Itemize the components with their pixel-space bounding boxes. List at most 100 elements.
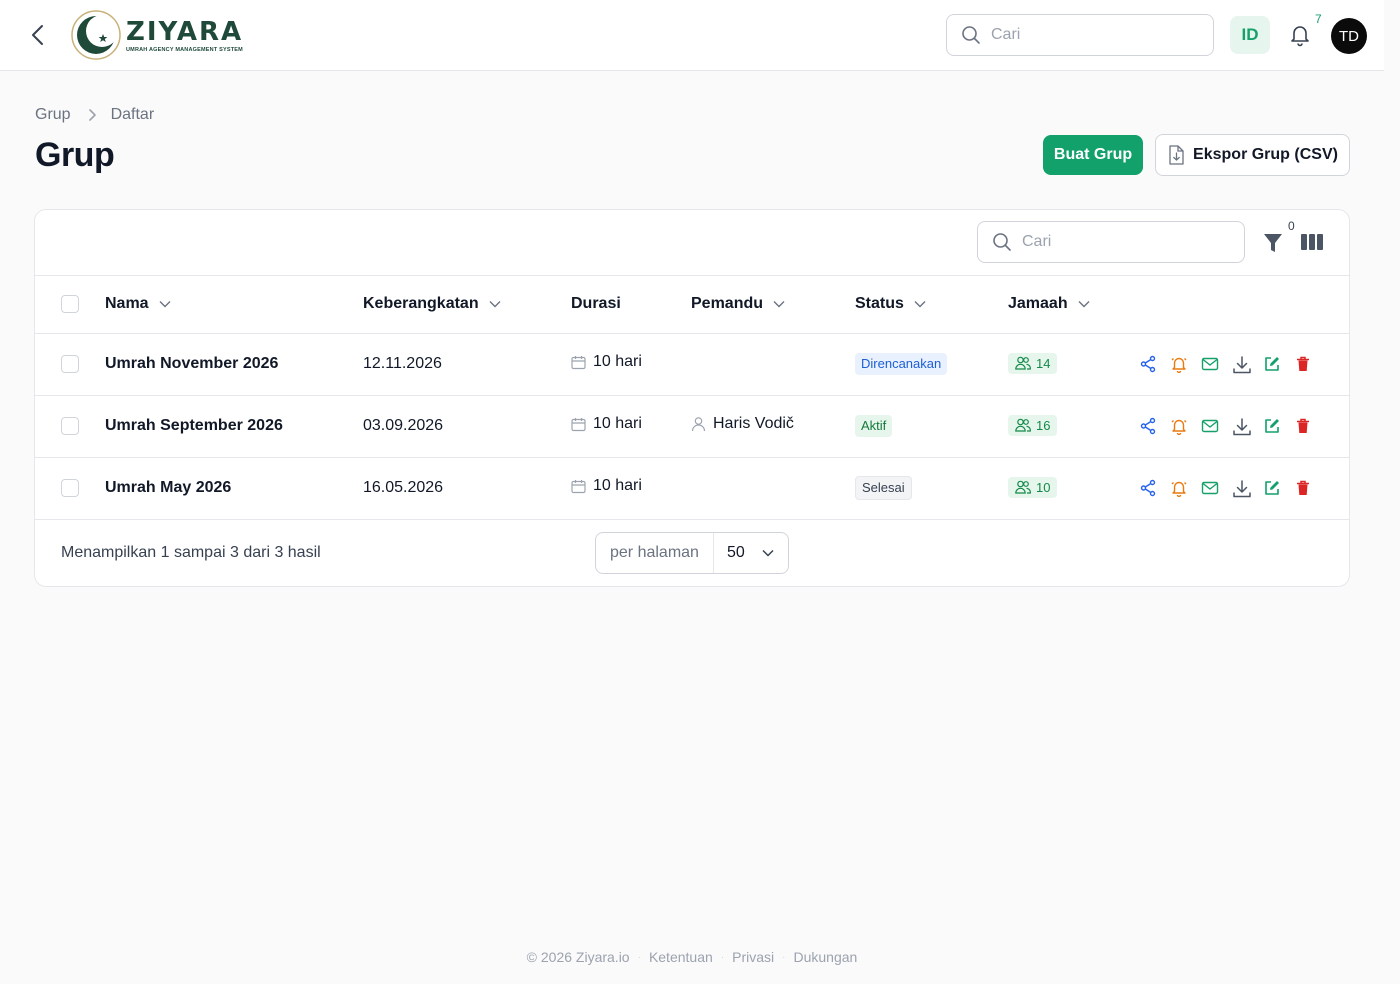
group-name[interactable]: Umrah September 2026 (105, 417, 283, 434)
status-badge: Selesai (855, 476, 912, 500)
column-header-departure[interactable]: Keberangkatan (363, 295, 501, 313)
column-label: Pemandu (691, 295, 764, 313)
separator-dot: · (782, 951, 786, 963)
separator-dot: · (720, 951, 725, 963)
columns-toggle-button[interactable] (1301, 234, 1323, 250)
chevron-left-icon (32, 25, 43, 45)
bell-action-button[interactable] (1170, 417, 1188, 436)
group-name[interactable]: Umrah May 2026 (105, 479, 231, 496)
trash-icon (1294, 418, 1312, 439)
select-all-checkbox[interactable] (61, 295, 79, 314)
search-icon (993, 233, 1011, 251)
global-search-input[interactable] (991, 26, 1191, 44)
notifications-button[interactable] (1288, 22, 1312, 48)
share-icon (1139, 355, 1157, 377)
trash-icon (1294, 480, 1312, 501)
mail-action-button[interactable] (1201, 479, 1219, 497)
pilgrim-count-badge: 16 (1008, 414, 1058, 436)
pilgrim-count-badge: 10 (1008, 476, 1058, 498)
table-row[interactable]: Umrah November 2026 12.11.2026 10 hari Dire… (35, 333, 1349, 396)
bell-action-button[interactable] (1170, 355, 1188, 374)
edit-icon (1263, 419, 1281, 439)
groups-table: Nama Keberangkatan Durasi Pemandu Status… (35, 276, 1349, 520)
logo[interactable]: ZIYARA UMRAH AGENCY MANAGEMENT SYSTEM (70, 9, 243, 61)
column-header-status[interactable]: Status (855, 295, 926, 313)
trash-action-button[interactable] (1294, 479, 1312, 497)
footer-link-terms[interactable]: Ketentuan (649, 949, 713, 965)
page-title: Grup (35, 136, 115, 174)
mail-icon (1201, 357, 1219, 377)
top-bar: ZIYARA UMRAH AGENCY MANAGEMENT SYSTEM ID… (0, 0, 1384, 71)
bell-icon (1291, 26, 1309, 47)
global-search[interactable] (946, 14, 1214, 56)
row-actions (1139, 355, 1349, 374)
filter-button[interactable] (1263, 232, 1283, 254)
column-header-guide[interactable]: Pemandu (691, 295, 785, 313)
group-name[interactable]: Umrah November 2026 (105, 355, 278, 372)
pagination-bar: Menampilkan 1 sampai 3 dari 3 hasil per … (35, 520, 1349, 586)
pilgrim-count-badge: 14 (1008, 352, 1058, 374)
mail-action-button[interactable] (1201, 355, 1219, 373)
per-page-dropdown[interactable]: 50 (714, 544, 788, 562)
download-icon (1232, 418, 1252, 441)
mail-action-button[interactable] (1201, 417, 1219, 435)
trash-icon (1294, 356, 1312, 377)
chevron-down-icon (489, 301, 501, 308)
edit-action-button[interactable] (1263, 417, 1281, 435)
share-action-button[interactable] (1139, 355, 1157, 373)
departure-date: 16.05.2026 (363, 479, 444, 496)
mail-icon (1201, 481, 1219, 501)
trash-action-button[interactable] (1294, 355, 1312, 373)
per-page-select[interactable]: per halaman 50 (595, 531, 789, 574)
departure-date: 03.09.2026 (363, 417, 444, 434)
chevron-down-icon (914, 301, 926, 308)
bell-icon (1170, 357, 1188, 377)
filter-count-badge: 0 (1288, 219, 1295, 233)
groups-table-card: 0 Nama Keberangkatan Durasi Pemandu Stat… (34, 209, 1350, 587)
export-csv-button[interactable]: Ekspor Grup (CSV) (1155, 134, 1350, 176)
table-header-row: Nama Keberangkatan Durasi Pemandu Status… (35, 276, 1349, 334)
table-search-input[interactable] (1022, 233, 1222, 251)
create-group-button[interactable]: Buat Grup (1043, 135, 1143, 175)
row-checkbox[interactable] (61, 478, 79, 497)
edit-action-button[interactable] (1263, 355, 1281, 373)
edit-icon (1263, 481, 1281, 501)
table-row[interactable]: Umrah September 2026 03.09.2026 10 hari Har… (35, 395, 1349, 458)
duration-value: 10 hari (593, 415, 642, 433)
page-footer: © 2026 Ziyara.io · Ketentuan · Privasi ·… (0, 949, 1384, 965)
share-action-button[interactable] (1139, 479, 1157, 497)
download-action-button[interactable] (1232, 355, 1251, 374)
user-avatar[interactable]: TD (1331, 18, 1367, 54)
back-button[interactable] (26, 22, 50, 48)
language-switcher[interactable]: ID (1230, 16, 1270, 54)
table-toolbar: 0 (35, 210, 1349, 276)
brand-name: ZIYARA (126, 16, 244, 47)
download-action-button[interactable] (1232, 479, 1251, 498)
row-actions (1139, 479, 1349, 498)
trash-action-button[interactable] (1294, 417, 1312, 435)
duration-cell: 10 hari (571, 415, 642, 433)
row-checkbox[interactable] (61, 416, 79, 435)
download-action-button[interactable] (1232, 417, 1251, 436)
column-header-name[interactable]: Nama (105, 295, 171, 313)
edit-action-button[interactable] (1263, 479, 1281, 497)
users-icon (1015, 418, 1031, 432)
row-actions (1139, 417, 1349, 436)
share-action-button[interactable] (1139, 417, 1157, 435)
footer-link-privacy[interactable]: Privasi (732, 949, 774, 965)
row-checkbox[interactable] (61, 354, 79, 373)
guide-cell: Haris Vodič (691, 415, 794, 433)
download-icon (1232, 480, 1252, 503)
column-header-pilgrims[interactable]: Jamaah (1008, 295, 1090, 313)
breadcrumb-item-grup[interactable]: Grup (35, 106, 71, 124)
edit-icon (1263, 357, 1281, 377)
table-row[interactable]: Umrah May 2026 16.05.2026 10 hari Selesai 10 (35, 457, 1349, 520)
bell-icon (1170, 481, 1188, 501)
bell-action-button[interactable] (1170, 479, 1188, 498)
status-badge: Direncanakan (855, 353, 948, 375)
crescent-logo-icon (71, 10, 121, 60)
table-body: Umrah November 2026 12.11.2026 10 hari Dire… (35, 333, 1349, 520)
footer-link-support[interactable]: Dukungan (793, 949, 857, 965)
table-search[interactable] (977, 221, 1245, 263)
column-label: Nama (105, 295, 149, 313)
